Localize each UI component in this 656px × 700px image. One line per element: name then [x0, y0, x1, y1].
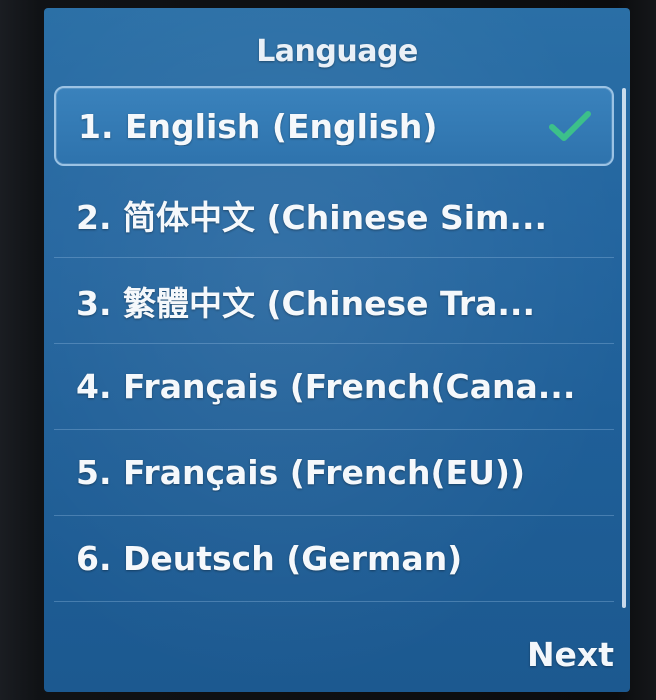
list-item-label: 4. Français (French(Cana...	[76, 367, 576, 406]
language-item-german[interactable]: 6. Deutsch (German)	[54, 516, 614, 602]
language-item-chinese-traditional[interactable]: 3. 繁體中文 (Chinese Tra...	[54, 258, 614, 344]
next-softkey-button[interactable]: Next	[527, 635, 614, 674]
list-item-label: 6. Deutsch (German)	[76, 539, 463, 578]
list-item-label: 3. 繁體中文 (Chinese Tra...	[76, 283, 536, 323]
scrollbar[interactable]	[622, 88, 626, 608]
page-title: Language	[256, 34, 418, 69]
phone-screen: Language 1. English (English) 2. 简体中文 (C…	[44, 8, 630, 692]
list-item-label: 1. English (English)	[78, 106, 438, 146]
language-item-english[interactable]: 1. English (English)	[54, 86, 614, 166]
checkmark-icon	[549, 111, 591, 141]
list-item-label: 2. 简体中文 (Chinese Sim...	[76, 197, 548, 237]
language-list: 1. English (English) 2. 简体中文 (Chinese Si…	[54, 86, 614, 602]
language-item-french-eu[interactable]: 5. Français (French(EU))	[54, 430, 614, 516]
list-item-label: 5. Français (French(EU))	[76, 453, 526, 492]
language-item-chinese-simplified[interactable]: 2. 简体中文 (Chinese Sim...	[54, 172, 614, 258]
language-item-french-canada[interactable]: 4. Français (French(Cana...	[54, 344, 614, 430]
